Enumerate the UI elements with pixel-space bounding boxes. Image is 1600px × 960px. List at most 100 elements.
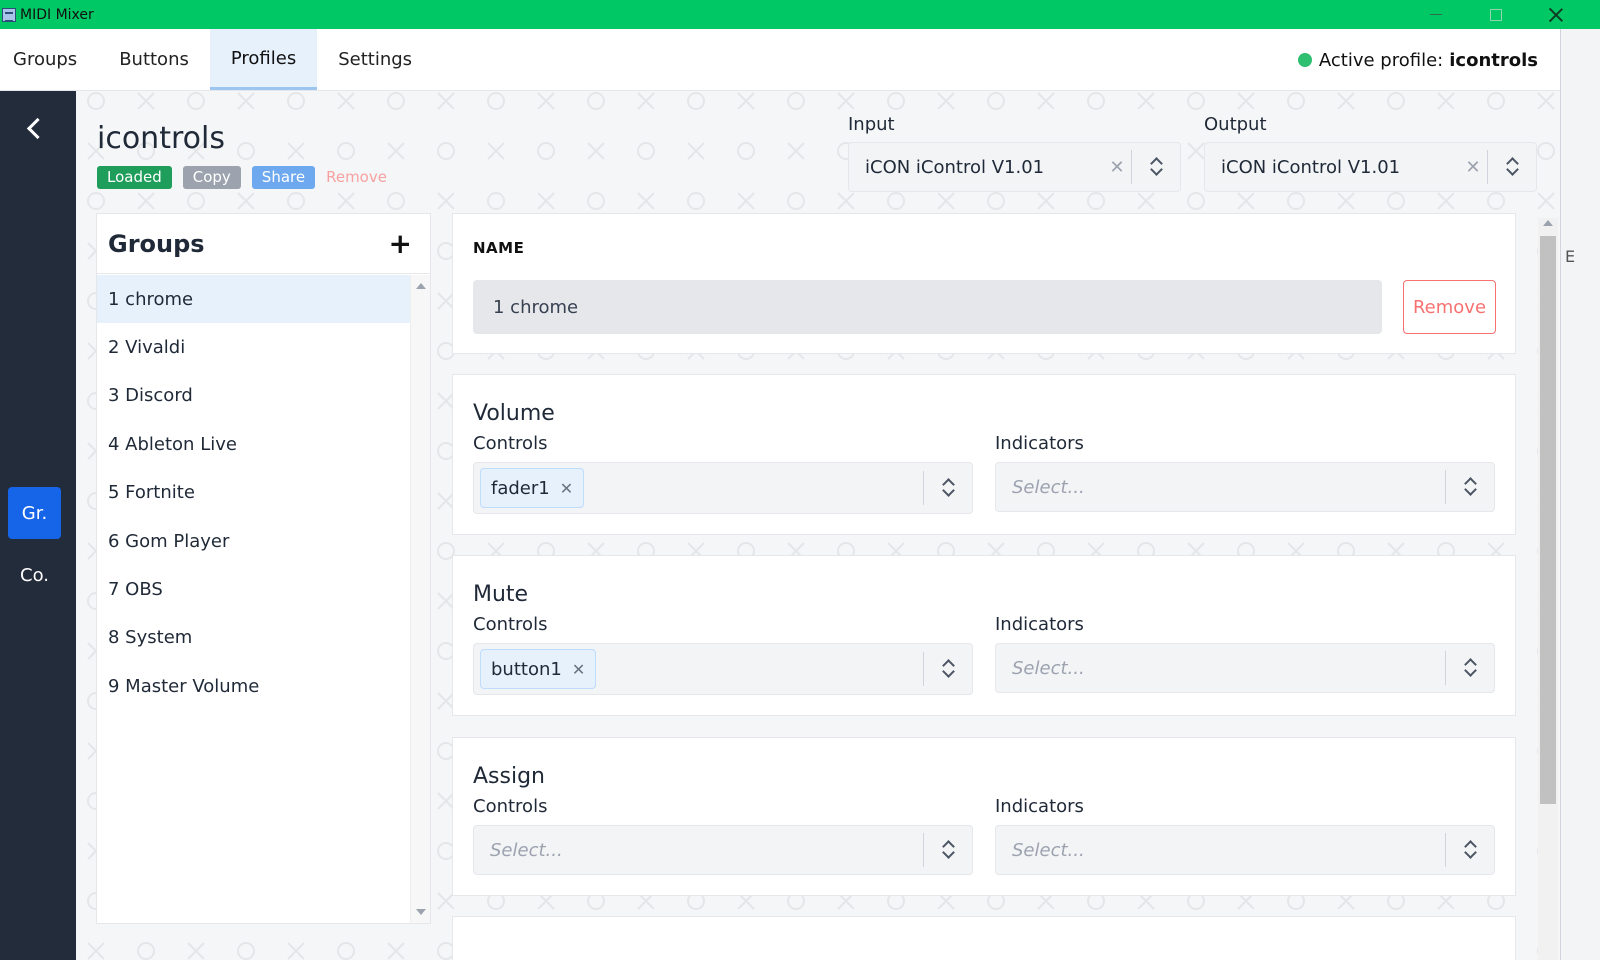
select-arrows-icon[interactable]	[1446, 658, 1494, 678]
tab-profiles[interactable]: Profiles	[209, 29, 318, 90]
assign-controls-select[interactable]: Select...	[473, 825, 973, 875]
output-select[interactable]: iCON iControl V1.01 ✕	[1204, 142, 1537, 192]
input-select[interactable]: iCON iControl V1.01 ✕	[848, 142, 1181, 192]
output-label: Output	[1204, 114, 1267, 135]
assign-indicators-select[interactable]: Select...	[995, 825, 1495, 875]
assign-title: Assign	[473, 764, 545, 789]
next-section-card	[452, 916, 1516, 960]
group-list-item[interactable]: 5 Fortnite	[97, 469, 410, 517]
groups-panel: Groups + 1 chrome 2 Vivaldi 3 Discord 4 …	[96, 213, 431, 924]
tab-buttons[interactable]: Buttons	[98, 29, 210, 90]
close-icon	[1549, 8, 1563, 22]
select-arrows-icon[interactable]	[1132, 157, 1180, 177]
mute-card: Mute Controls Indicators button1 ✕ Select…	[452, 555, 1516, 716]
assign-card: Assign Controls Indicators Select... Sel…	[452, 737, 1516, 896]
active-profile-label: Active profile:	[1318, 49, 1444, 71]
group-name-input[interactable]: 1 chrome	[473, 280, 1382, 334]
controls-label: Controls	[473, 433, 548, 454]
control-chip: fader1 ✕	[480, 468, 585, 508]
maximize-button[interactable]	[1466, 0, 1526, 29]
copy-button[interactable]: Copy	[182, 166, 241, 189]
share-button[interactable]: Share	[251, 166, 316, 189]
active-profile-indicator: Active profile: icontrols	[1297, 29, 1538, 91]
add-group-button[interactable]: +	[389, 227, 412, 260]
remove-chip-icon[interactable]: ✕	[560, 479, 573, 498]
remove-group-button[interactable]: Remove	[1403, 280, 1496, 334]
output-select-value: iCON iControl V1.01	[1221, 156, 1401, 178]
group-list-item[interactable]: 7 OBS	[97, 565, 410, 613]
close-window-button[interactable]	[1526, 0, 1586, 29]
top-nav: Groups Buttons Profiles Settings Active …	[0, 29, 1560, 91]
volume-card: Volume Controls Indicators fader1 ✕ Selec…	[452, 374, 1516, 535]
controls-label: Controls	[473, 796, 548, 817]
volume-indicators-select[interactable]: Select...	[995, 462, 1495, 512]
clear-icon[interactable]: ✕	[1103, 157, 1131, 178]
group-list-item[interactable]: 9 Master Volume	[97, 662, 410, 710]
group-list-item[interactable]: 3 Discord	[97, 372, 410, 420]
group-list-item[interactable]: 2 Vivaldi	[97, 323, 410, 371]
profile-badges: Loaded Copy Share Remove	[97, 166, 387, 189]
group-list-item[interactable]: 4 Ableton Live	[97, 420, 410, 468]
minimize-button[interactable]	[1406, 0, 1466, 29]
indicators-label: Indicators	[995, 796, 1084, 817]
scroll-up-icon[interactable]	[1543, 220, 1553, 226]
indicators-label: Indicators	[995, 614, 1084, 635]
sidebar-item-groups[interactable]: Gr.	[8, 487, 61, 539]
select-arrows-icon[interactable]	[1446, 840, 1494, 860]
clear-icon[interactable]: ✕	[1459, 157, 1487, 178]
select-arrows-icon[interactable]	[1488, 157, 1536, 177]
profile-title: icontrols	[97, 121, 225, 156]
control-chip: button1 ✕	[480, 649, 597, 689]
select-arrows-icon[interactable]	[1446, 477, 1494, 497]
select-arrows-icon[interactable]	[924, 659, 972, 679]
group-name-card: NAME 1 chrome Remove	[452, 213, 1516, 354]
volume-controls-select[interactable]: fader1 ✕	[473, 462, 973, 514]
scroll-down-icon[interactable]	[416, 909, 426, 915]
background-window-strip: E	[1560, 29, 1600, 960]
main-scrollbar[interactable]	[1538, 218, 1558, 960]
status-dot-icon	[1297, 53, 1312, 67]
select-placeholder: Select...	[1012, 839, 1085, 861]
indicators-label: Indicators	[995, 433, 1084, 454]
select-placeholder: Select...	[1012, 657, 1085, 679]
maximize-icon	[1490, 8, 1502, 21]
chip-label: fader1	[491, 477, 550, 499]
input-select-value: iCON iControl V1.01	[865, 156, 1045, 178]
groups-title: Groups	[108, 229, 205, 258]
window-title: MIDI Mixer	[20, 6, 94, 23]
group-list-item[interactable]: 1 chrome	[97, 275, 410, 324]
background-window-glyph: E	[1565, 247, 1576, 266]
select-arrows-icon[interactable]	[924, 478, 972, 498]
back-chevron-icon[interactable]	[22, 113, 46, 141]
scrollbar-thumb[interactable]	[1540, 236, 1556, 804]
app-icon	[2, 7, 16, 22]
groups-header: Groups +	[97, 214, 430, 274]
tab-groups[interactable]: Groups	[0, 29, 98, 90]
sidebar: Gr. Co.	[0, 91, 76, 960]
controls-label: Controls	[473, 614, 548, 635]
minimize-icon	[1430, 14, 1442, 15]
remove-profile-button[interactable]: Remove	[326, 166, 387, 189]
select-placeholder: Select...	[490, 839, 563, 861]
sidebar-item-controls[interactable]: Co.	[8, 551, 61, 599]
tab-settings[interactable]: Settings	[317, 29, 433, 90]
remove-chip-icon[interactable]: ✕	[572, 660, 585, 679]
groups-list: 1 chrome 2 Vivaldi 3 Discord 4 Ableton L…	[97, 275, 410, 711]
chip-label: button1	[491, 658, 562, 680]
group-list-item[interactable]: 6 Gom Player	[97, 517, 410, 565]
name-label: NAME	[473, 239, 525, 257]
scroll-up-icon[interactable]	[416, 283, 426, 289]
mute-title: Mute	[473, 582, 529, 607]
active-profile-name: icontrols	[1449, 49, 1538, 71]
group-list-item[interactable]: 8 System	[97, 614, 410, 662]
mute-controls-select[interactable]: button1 ✕	[473, 643, 973, 695]
select-placeholder: Select...	[1012, 476, 1085, 498]
title-bar: MIDI Mixer	[0, 0, 1600, 29]
groups-scrollbar[interactable]	[410, 275, 430, 923]
volume-title: Volume	[473, 401, 555, 426]
main-content: icontrols Loaded Copy Share Remove Input…	[76, 91, 1560, 960]
loaded-badge: Loaded	[97, 166, 172, 189]
input-label: Input	[848, 114, 895, 135]
select-arrows-icon[interactable]	[924, 840, 972, 860]
mute-indicators-select[interactable]: Select...	[995, 643, 1495, 693]
